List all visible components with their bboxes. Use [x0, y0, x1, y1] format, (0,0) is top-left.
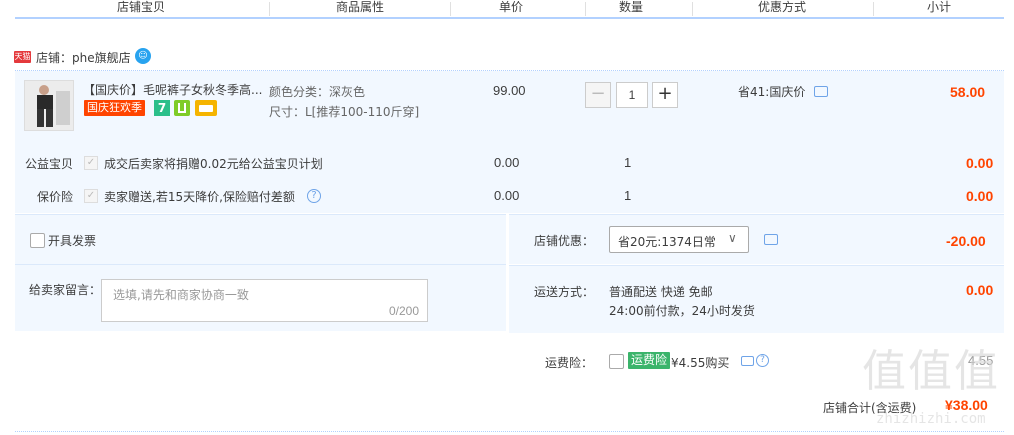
card-payment-icon [195, 100, 217, 116]
watermark-logo: 值值值 [862, 346, 1000, 397]
insurance-checkbox: ✓ [84, 189, 98, 203]
insurance-label: 保价险 [37, 190, 74, 204]
message-placeholder: 选填,请先和商家协商一致 [113, 288, 249, 302]
bottom-divider [15, 431, 1004, 432]
shipping-amount: 0.00 [966, 282, 994, 298]
invoice-label: 开具发票 [48, 234, 97, 248]
freight-insurance-label: 运费险： [545, 356, 594, 370]
product-price: 99.00 [493, 83, 526, 98]
col-subtotal-header: 小计 [927, 0, 952, 14]
help-icon[interactable]: ? [307, 189, 321, 203]
promo-tag: 国庆狂欢季 [84, 100, 145, 116]
product-color-attr: 颜色分类：深灰色 [269, 85, 366, 99]
freight-insurance-checkbox[interactable] [609, 354, 624, 369]
shipping-label: 运送方式： [534, 285, 595, 299]
qty-decrease-button[interactable]: − [585, 82, 611, 108]
message-counter: 0/200 [388, 304, 419, 318]
product-image[interactable] [24, 80, 74, 131]
charity-checkbox: ✓ [84, 156, 98, 170]
freight-help-icon[interactable]: ? [756, 354, 769, 367]
invoice-checkbox[interactable] [30, 233, 45, 248]
charity-subtotal: 0.00 [966, 155, 994, 171]
charity-label: 公益宝贝 [25, 157, 74, 171]
table-header: 店铺宝贝 商品属性 单价 数量 优惠方式 小计 [15, 0, 1004, 19]
shop-name[interactable]: 店铺：phe旗舰店 [36, 49, 131, 66]
shipping-method: 普通配送 快递 免邮 [609, 285, 713, 299]
guarantee-icon [174, 100, 190, 116]
freight-insurance-tag: 运费险 [628, 352, 671, 369]
qty-increase-button[interactable]: + [652, 82, 678, 108]
charity-qty: 1 [624, 155, 632, 170]
chevron-down-icon: ∨ [728, 231, 737, 245]
freight-comment-icon[interactable] [741, 356, 754, 366]
product-size-attr: 尺寸：L[推荐100-110斤穿] [269, 105, 420, 119]
charity-price: 0.00 [494, 155, 520, 170]
product-title[interactable]: 【国庆价】毛呢裤子女秋冬季高... [83, 81, 263, 98]
insurance-price: 0.00 [494, 188, 520, 203]
comment-icon[interactable] [814, 86, 828, 97]
discount-comment-icon[interactable] [764, 234, 778, 245]
message-textarea[interactable]: 选填,请先和商家协商一致 0/200 [101, 279, 428, 322]
shop-discount-label: 店铺优惠： [534, 234, 595, 248]
insurance-desc: 卖家赠送,若15天降价,保险赔付差额 [104, 190, 295, 204]
seven-day-return-icon: 7 [154, 100, 170, 116]
col-price-header: 单价 [499, 0, 524, 14]
shipping-note: 24:00前付款，24小时发货 [609, 304, 755, 318]
col-discount-header: 优惠方式 [758, 0, 807, 14]
wangwang-chat-icon[interactable]: ☺ [135, 48, 151, 64]
product-discount: 省41:国庆价 [738, 85, 806, 99]
watermark-url: zhizhizhi.com [876, 411, 986, 427]
charity-desc: 成交后卖家将捐赠0.02元给公益宝贝计划 [104, 157, 323, 171]
shop-discount-amount: -20.00 [946, 233, 986, 249]
tmall-badge: 天猫 [14, 51, 31, 63]
col-item-header: 店铺宝贝 [117, 0, 166, 14]
col-attr-header: 商品属性 [336, 0, 385, 14]
freight-insurance-price: ¥4.55购买 [671, 356, 730, 370]
quantity-input[interactable]: 1 [616, 82, 648, 108]
message-label: 给卖家留言： [29, 283, 102, 297]
insurance-qty: 1 [624, 188, 632, 203]
shop-discount-select[interactable]: 省20元:1374日常 ∨ [609, 226, 749, 253]
product-subtotal: 58.00 [950, 84, 986, 100]
insurance-subtotal: 0.00 [966, 188, 994, 204]
col-qty-header: 数量 [619, 0, 644, 14]
shop-discount-selected: 省20元:1374日常 [618, 235, 716, 249]
